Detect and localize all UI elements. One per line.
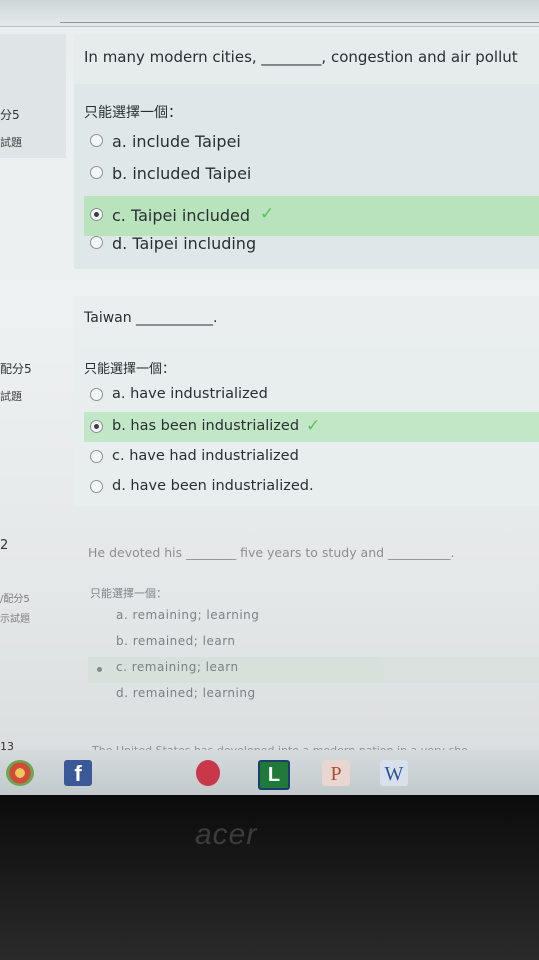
question-text-area: Taiwan ___________.	[74, 296, 539, 346]
answer-option-d[interactable]: d. Taipei including	[84, 228, 539, 260]
facebook-icon[interactable]: f	[64, 760, 92, 786]
option-label: a. have industrialized	[112, 386, 268, 402]
answer-option-a[interactable]: a. remaining; learning	[88, 605, 539, 631]
answer-option-b[interactable]: b. has been industrialized ✓	[84, 412, 539, 442]
option-label: c. Taipei included	[112, 206, 250, 225]
answer-option-b[interactable]: b. remained; learn	[88, 631, 539, 657]
chrome-icon[interactable]	[6, 760, 34, 786]
monitor-screen: 分5 試題 In many modern cities, ________, c…	[0, 0, 539, 795]
answer-option-c[interactable]: c. have had industrialized	[84, 442, 539, 474]
answer-option-c[interactable]: c. remaining; learn	[88, 657, 539, 683]
option-label: d. remained; learning	[116, 686, 256, 700]
question-3: He devoted his ________ five years to st…	[74, 535, 539, 715]
answer-option-d[interactable]: d. have been industrialized.	[84, 472, 539, 504]
question-text: He devoted his ________ five years to st…	[88, 545, 455, 560]
question-flag-label: 試題	[0, 390, 22, 403]
answer-option-d[interactable]: d. remained; learning	[88, 683, 539, 709]
divider	[60, 22, 539, 23]
question-text-area: In many modern cities, ________, congest…	[74, 34, 539, 84]
question-points: 配分5	[0, 362, 32, 376]
answer-prompt: 只能選擇一個：	[84, 105, 182, 121]
radio-button-selected[interactable]	[94, 664, 102, 672]
radio-button[interactable]	[90, 134, 103, 147]
radio-button[interactable]	[90, 388, 103, 401]
option-label: b. included Taipei	[112, 164, 252, 183]
app-icon[interactable]	[196, 760, 220, 786]
question-text: Taiwan ___________.	[84, 310, 218, 326]
option-label: a. include Taipei	[112, 132, 241, 151]
word-icon[interactable]: W	[380, 760, 408, 786]
correct-check-icon: ✓	[306, 416, 321, 436]
brand-logo: acer	[195, 818, 258, 851]
question-info-panel: 分5 試題	[0, 34, 66, 158]
option-label: c. have had industrialized	[112, 448, 299, 464]
answer-option-a[interactable]: a. include Taipei	[84, 126, 539, 158]
question-points: /配分5	[0, 594, 30, 605]
radio-button-selected[interactable]	[90, 420, 103, 433]
option-label: d. have been industrialized.	[112, 478, 314, 494]
answer-prompt: 只能選擇一個：	[90, 587, 167, 600]
powerpoint-icon[interactable]: P	[322, 760, 350, 786]
radio-button[interactable]	[90, 236, 103, 249]
question-flag-label: 示試題	[0, 614, 30, 625]
option-label: a. remaining; learning	[116, 608, 260, 622]
question-flag-label: 試題	[0, 136, 22, 149]
option-label: c. remaining; learn	[116, 660, 239, 674]
laptop-bezel	[0, 795, 539, 960]
question-2: Taiwan ___________. 只能選擇一個： a. have indu…	[74, 296, 539, 506]
question-info-panel: 配分5 試題	[0, 296, 66, 486]
radio-button-selected[interactable]	[90, 208, 103, 221]
option-label: b. remained; learn	[116, 634, 236, 648]
option-label: b. has been industrialized	[112, 418, 300, 434]
radio-button[interactable]	[90, 450, 103, 463]
answer-option-a[interactable]: a. have industrialized	[84, 380, 539, 412]
answer-prompt: 只能選擇一個：	[84, 362, 176, 377]
answer-option-b[interactable]: b. included Taipei	[84, 158, 539, 190]
correct-check-icon: ✓	[260, 204, 275, 224]
option-label: d. Taipei including	[112, 234, 257, 253]
question-text: In many modern cities, ________, congest…	[84, 48, 518, 66]
radio-button[interactable]	[90, 166, 103, 179]
radio-button[interactable]	[90, 480, 103, 493]
l-app-icon[interactable]: L	[258, 760, 290, 790]
question-points: 分5	[0, 108, 20, 122]
question-number: 2	[0, 538, 9, 553]
question-1: In many modern cities, ________, congest…	[74, 34, 539, 269]
